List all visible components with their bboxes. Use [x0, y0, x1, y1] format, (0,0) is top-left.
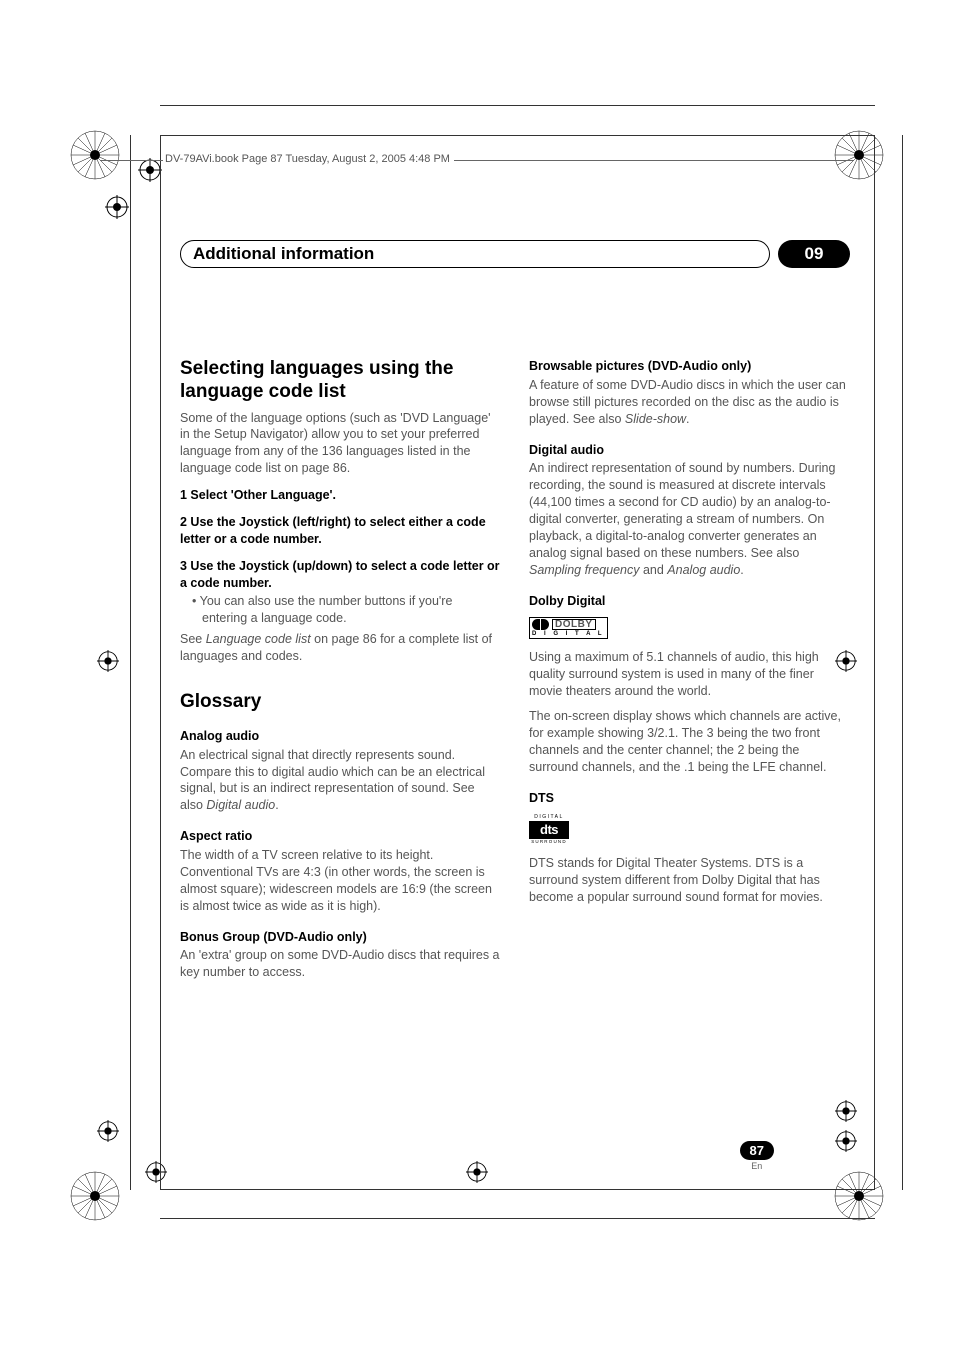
body-text: See Language code list on page 86 for a … [180, 631, 501, 665]
glossary-term: Analog audio [180, 728, 501, 745]
chapter-title: Additional information [180, 240, 770, 268]
glossary-term: Browsable pictures (DVD-Audio only) [529, 358, 850, 375]
body-text: A feature of some DVD-Audio discs in whi… [529, 377, 850, 428]
body-text: An 'extra' group on some DVD-Audio discs… [180, 947, 501, 981]
body-text: The width of a TV screen relative to its… [180, 847, 501, 915]
glossary-term: Aspect ratio [180, 828, 501, 845]
body-text: Using a maximum of 5.1 channels of audio… [529, 649, 850, 700]
right-column: Browsable pictures (DVD-Audio only) A fe… [529, 358, 850, 989]
body-text: Some of the language options (such as 'D… [180, 410, 501, 478]
body-text: An indirect representation of sound by n… [529, 460, 850, 578]
left-column: Selecting languages using the language c… [180, 358, 501, 989]
glossary-term: Bonus Group (DVD-Audio only) [180, 929, 501, 946]
step-1: 1 Select 'Other Language'. [180, 487, 501, 504]
page-number: 87 En [740, 1141, 774, 1171]
chapter-number-badge: 09 [778, 240, 850, 268]
crop-line [130, 135, 131, 1190]
page-language: En [740, 1161, 774, 1171]
section-heading: Selecting languages using the language c… [180, 358, 501, 404]
reg-mark-icon [97, 650, 119, 672]
crop-line [902, 135, 903, 1190]
page-content: Additional information 09 Selecting lang… [180, 240, 850, 989]
glossary-term: DTS [529, 790, 850, 807]
print-mark-rosette-bl [70, 1171, 120, 1221]
crop-line [160, 105, 875, 106]
dts-logo-icon: DIGITAL dts SURROUND [529, 814, 569, 844]
reg-mark-icon [97, 1120, 119, 1142]
bullet-item: • You can also use the number buttons if… [180, 593, 501, 627]
glossary-term: Digital audio [529, 442, 850, 459]
section-heading: Glossary [180, 691, 501, 714]
reg-mark-icon [105, 195, 129, 219]
step-3: 3 Use the Joystick (up/down) to select a… [180, 558, 501, 592]
step-2: 2 Use the Joystick (left/right) to selec… [180, 514, 501, 548]
glossary-term: Dolby Digital [529, 593, 850, 610]
running-header: DV-79AVi.book Page 87 Tuesday, August 2,… [163, 153, 454, 165]
body-text: The on-screen display shows which channe… [529, 708, 850, 776]
bullet-text: You can also use the number buttons if y… [200, 594, 453, 625]
dolby-digital-logo-icon: DOLBY D I G I T A L [529, 617, 608, 639]
body-text: DTS stands for Digital Theater Systems. … [529, 855, 850, 906]
page-number-value: 87 [740, 1141, 774, 1160]
print-mark-rosette-tl [70, 130, 120, 180]
body-text: An electrical signal that directly repre… [180, 747, 501, 815]
crop-line [160, 1218, 875, 1219]
reg-mark-icon [138, 158, 162, 182]
